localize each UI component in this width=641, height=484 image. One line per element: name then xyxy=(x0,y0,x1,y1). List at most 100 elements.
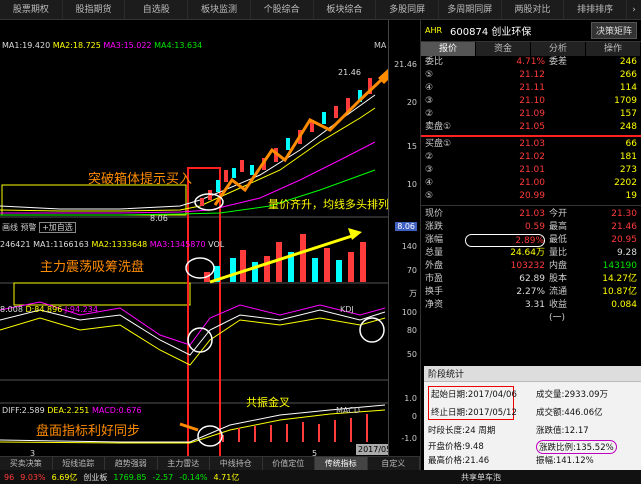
sell-row[interactable]: ④ 21.11 114 xyxy=(421,82,641,95)
axis-label: 70 xyxy=(406,266,417,275)
quote-value: 62.89 xyxy=(519,274,545,284)
axis-label: 50 xyxy=(406,350,417,359)
axis-label: 20 xyxy=(406,98,417,107)
tab-short-track[interactable]: 短线追踪 xyxy=(53,457,105,470)
tab-multi-stock[interactable]: 多股同屏 xyxy=(376,0,439,19)
buy-level: 买盘① xyxy=(425,139,452,149)
tab-ranking[interactable]: 排排排序 xyxy=(564,0,628,19)
tab-traditional-indicators[interactable]: 传统指标 xyxy=(315,457,368,470)
quote-list: 现价 21.03 今开 21.30 涨跌 0.59 最高 21.46 涨幅 2.89% 最低 20.9… xyxy=(421,208,641,323)
quote-row: 市盈 62.89 股本 14.27亿 xyxy=(421,273,641,286)
tab-main-radar[interactable]: 主力雷达 xyxy=(158,457,210,470)
toolbar: 画线 预警 +加自选 xyxy=(2,222,76,233)
buy-row[interactable]: ④ 21.00 2202 xyxy=(421,177,641,190)
quote-label-2: 股本 xyxy=(549,274,568,284)
stat-open-price: 开盘价格:9.48 xyxy=(428,442,484,452)
axis-label: 140 xyxy=(401,242,417,251)
macd-legend: DIFF:2.589 DEA:2.251 MACD:0.676 xyxy=(2,406,142,415)
tab-trend-strength[interactable]: 趋势强弱 xyxy=(105,457,158,470)
tab-stock-options[interactable]: 股票期权 xyxy=(0,0,63,19)
sell-list: ⑤ 21.12 266 ④ 21.11 114 ③ 21.10 1709 ② 21.09 157 卖盘①… xyxy=(421,69,641,134)
quote-tabs: 报价 资金 分析 操作 xyxy=(421,42,641,56)
ma-legend: MA1:19.420 MA2:18.725 MA3:15.022 MA4:13.… xyxy=(2,41,202,50)
stat-volume: 成交量:2933.09万 xyxy=(536,390,609,400)
weicha-label: 委差 xyxy=(549,57,568,67)
quote-label: 净资 xyxy=(425,300,444,310)
sell-row[interactable]: ⑤ 21.12 266 xyxy=(421,69,641,82)
sell-volume: 248 xyxy=(619,122,637,132)
axis-label: 万 xyxy=(409,289,417,298)
quote-label: 外盘 xyxy=(425,261,444,271)
tab-operation[interactable]: 操作 xyxy=(586,42,641,56)
buy-price: 21.01 xyxy=(519,165,545,175)
kdj-tag: KDJ xyxy=(340,305,354,314)
chart-area[interactable]: MA1:19.420 MA2:18.725 MA3:15.022 MA4:13.… xyxy=(0,20,420,460)
quote-label: 市盈 xyxy=(425,274,444,284)
sell-price: 21.10 xyxy=(519,96,545,106)
buy-row[interactable]: 买盘① 21.03 66 xyxy=(421,138,641,151)
tab-compare[interactable]: 两股对比 xyxy=(502,0,565,19)
vol-ma2: MA2:1333648 xyxy=(91,240,148,249)
stat-amplitude: 振幅:141.12% xyxy=(536,456,594,466)
kdj-d: D:84.896 xyxy=(25,305,63,314)
quote-row: 换手 2.27% 流通 10.87亿 xyxy=(421,286,641,299)
stat-amount: 成交额:446.06亿 xyxy=(536,408,603,418)
low-label: 8.06 xyxy=(150,214,168,223)
quote-value-2: 143190 xyxy=(602,261,637,271)
tab-custom[interactable]: 自定义 xyxy=(368,457,420,470)
buy-price: 21.00 xyxy=(519,178,545,188)
tab-index-futures[interactable]: 股指期货 xyxy=(63,0,126,19)
decision-matrix-button[interactable]: 决策矩阵 xyxy=(590,22,637,39)
tab-trade-decision[interactable]: 买卖决策 xyxy=(0,457,53,470)
annotation-volume-price: 量价齐升，均线多头排列 xyxy=(268,198,389,211)
tab-sector-monitor[interactable]: 板块监测 xyxy=(188,0,251,19)
kdj-k: 8.008 xyxy=(0,305,23,314)
weibi-value: 4.71% xyxy=(516,57,545,67)
sell-level: 卖盘① xyxy=(425,122,452,132)
draw-line-button[interactable]: 画线 xyxy=(2,223,18,232)
stage-statistics-panel: 阶段统计 起始日期:2017/04/06 终止日期:2017/05/12 成交量… xyxy=(424,366,641,470)
add-watchlist-button[interactable]: +加自选 xyxy=(39,222,76,233)
quote-value: 103232 xyxy=(510,261,545,271)
buy-row[interactable]: ③ 21.01 273 xyxy=(421,164,641,177)
tab-sector-overview[interactable]: 板块综合 xyxy=(314,0,377,19)
ma1-value: MA1:19.420 xyxy=(2,41,51,50)
buy-row[interactable]: ② 21.02 181 xyxy=(421,151,641,164)
sell-price: 21.12 xyxy=(519,70,545,80)
quote-row: 涨跌 0.59 最高 21.46 xyxy=(421,221,641,234)
quote-header: AHR 600874 创业环保 决策矩阵 xyxy=(421,20,641,42)
chevron-right-icon[interactable]: › xyxy=(627,0,641,19)
quote-row: 现价 21.03 今开 21.30 xyxy=(421,208,641,221)
axis-label: 100 xyxy=(401,308,417,317)
tab-quote[interactable]: 报价 xyxy=(421,42,476,56)
macd-dea: DEA:2.251 xyxy=(47,406,90,415)
sell-row[interactable]: 卖盘① 21.05 248 xyxy=(421,121,641,134)
buy-row[interactable]: ⑤ 20.99 19 xyxy=(421,190,641,203)
sell-volume: 266 xyxy=(619,70,637,80)
stat-high-price: 最高价格:21.46 xyxy=(428,456,490,466)
quote-label: 涨幅 xyxy=(425,235,444,245)
tab-analysis[interactable]: 分析 xyxy=(531,42,586,56)
sell-row[interactable]: ③ 21.10 1709 xyxy=(421,95,641,108)
quote-label-2: 最高 xyxy=(549,222,568,232)
quote-label-2: 最低 xyxy=(549,235,568,245)
axis-current-price: 8.06 xyxy=(395,222,417,231)
quote-row: 外盘 103232 内盘 143190 xyxy=(421,260,641,273)
tab-funds[interactable]: 资金 xyxy=(476,42,531,56)
tab-watchlist[interactable]: 自选股 xyxy=(125,0,189,19)
macd-diff: DIFF:2.589 xyxy=(2,406,45,415)
quote-label-2: 今开 xyxy=(549,209,568,219)
stat-start-date: 起始日期:2017/04/06 xyxy=(431,390,517,400)
sell-level: ③ xyxy=(425,96,434,106)
quote-row: 涨幅 2.89% 最低 20.95 xyxy=(421,234,641,247)
tab-stock-overview[interactable]: 个股综合 xyxy=(251,0,314,19)
sell-row[interactable]: ② 21.09 157 xyxy=(421,108,641,121)
status-news[interactable]: 共享单车泡 xyxy=(461,472,641,483)
tab-multi-period[interactable]: 多周期同屏 xyxy=(439,0,502,19)
tab-mid-hold[interactable]: 中线持仓 xyxy=(210,457,263,470)
buy-volume: 181 xyxy=(619,152,637,162)
alert-button[interactable]: 预警 xyxy=(21,223,37,232)
tab-value-position[interactable]: 价值定位 xyxy=(263,457,315,470)
sell-level: ② xyxy=(425,109,434,119)
sell-price: 21.05 xyxy=(519,122,545,132)
